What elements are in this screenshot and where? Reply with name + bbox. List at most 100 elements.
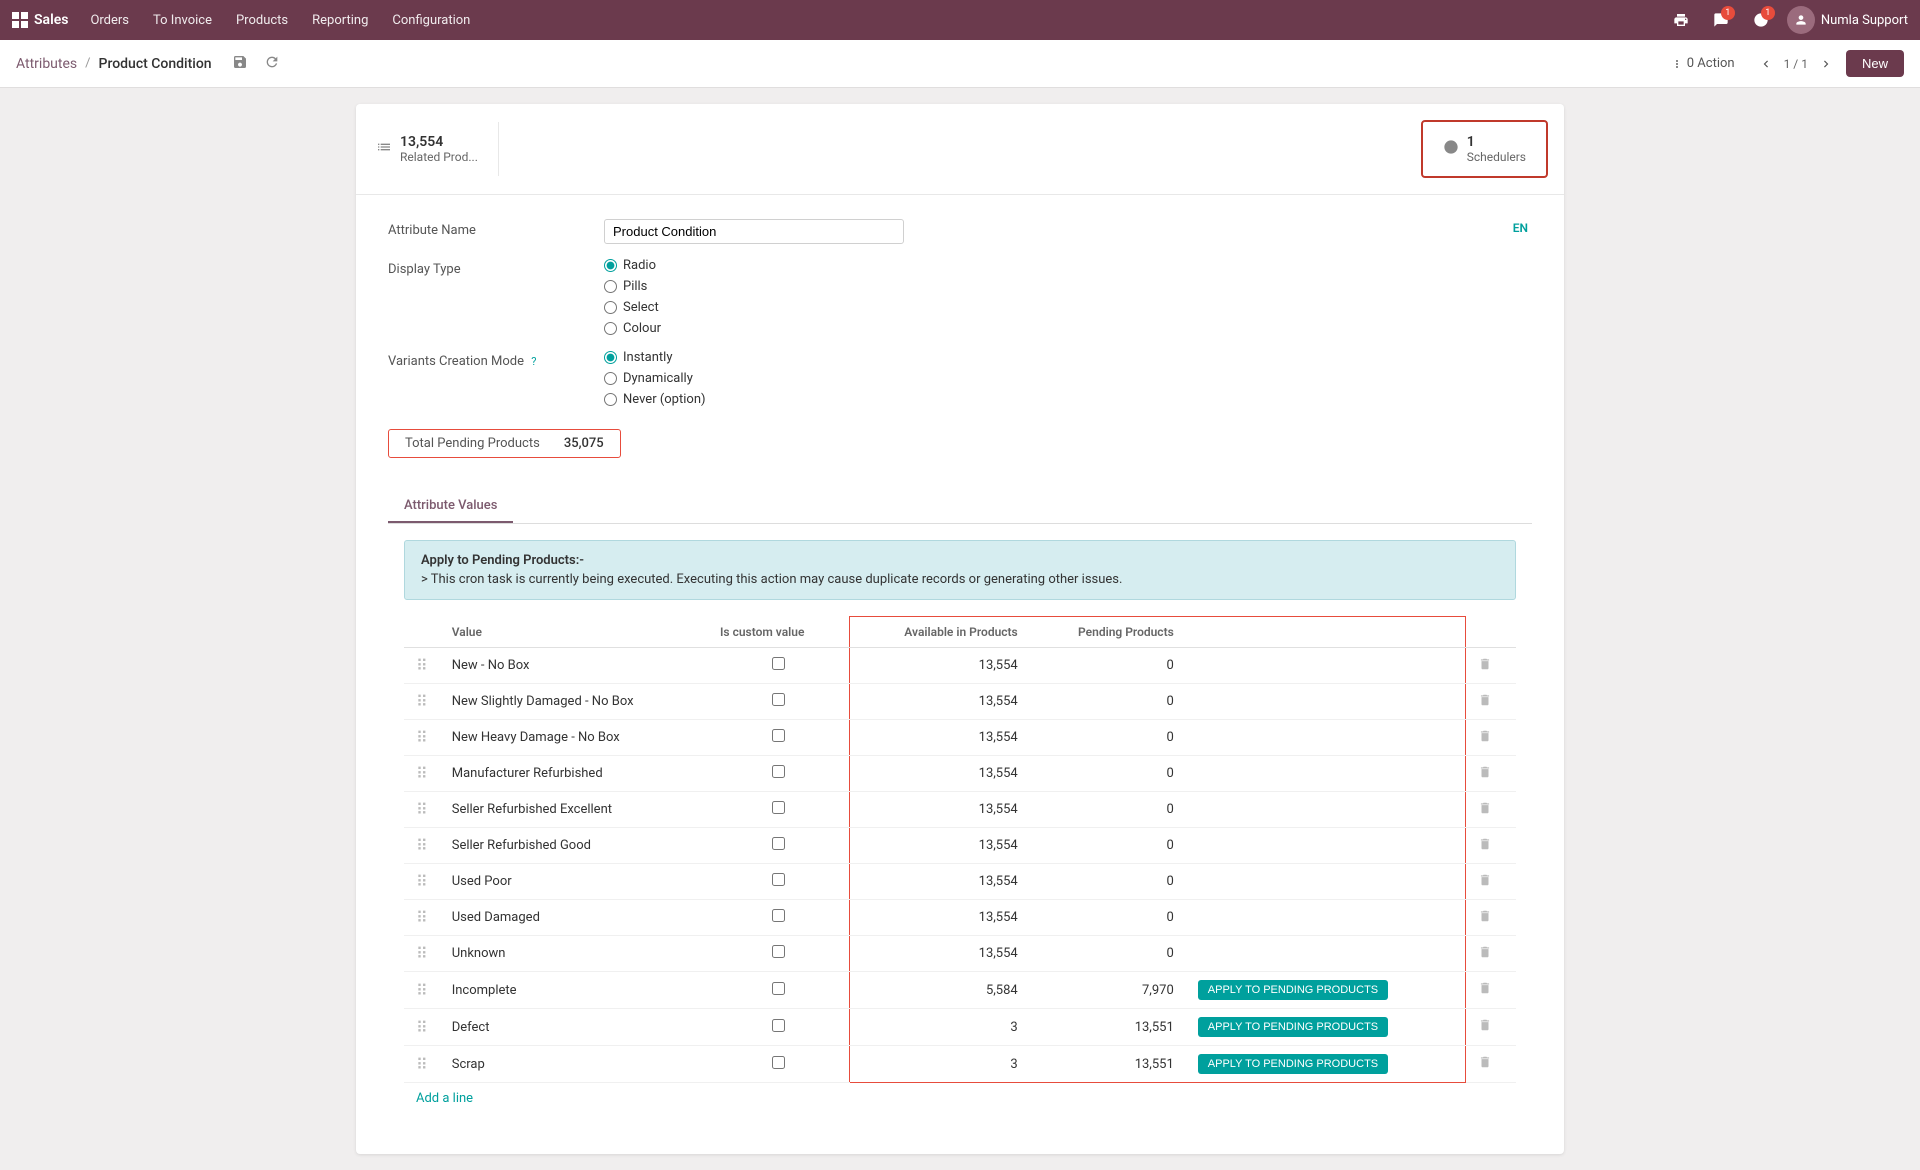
apply-to-pending-button[interactable]: APPLY TO PENDING PRODUCTS <box>1198 1054 1388 1074</box>
radio-option-radio[interactable]: Radio <box>604 258 1509 273</box>
refresh-icon-btn[interactable] <box>260 52 284 76</box>
related-products-stat[interactable]: 13,554 Related Prod... <box>356 122 499 176</box>
available-cell: 3 <box>850 1009 1030 1046</box>
tab-content-attribute-values: Apply to Pending Products:- > This cron … <box>388 540 1532 1130</box>
custom-checkbox[interactable] <box>772 765 785 778</box>
save-icon-btn[interactable] <box>228 52 252 76</box>
variant-option-instantly[interactable]: Instantly <box>604 350 1509 365</box>
nav-orders[interactable]: Orders <box>80 7 139 34</box>
add-line-button[interactable]: Add a line <box>404 1083 485 1114</box>
tab-attribute-values[interactable]: Attribute Values <box>388 490 513 523</box>
variant-radio-instantly[interactable] <box>604 351 617 364</box>
delete-row-button[interactable] <box>1478 1021 1492 1036</box>
apply-cell <box>1186 900 1466 936</box>
custom-checkbox[interactable] <box>772 945 785 958</box>
custom-checkbox[interactable] <box>772 693 785 706</box>
delete-cell <box>1466 1009 1516 1046</box>
value-cell: Manufacturer Refurbished <box>440 756 708 792</box>
custom-checkbox[interactable] <box>772 657 785 670</box>
custom-checkbox[interactable] <box>772 873 785 886</box>
variant-radio-never[interactable] <box>604 393 617 406</box>
delete-row-button[interactable] <box>1478 1058 1492 1073</box>
drag-handle-icon[interactable]: ⠿ <box>416 872 428 891</box>
delete-row-button[interactable] <box>1478 984 1492 999</box>
pending-cell: 0 <box>1030 864 1186 900</box>
user-menu[interactable]: Numla Support <box>1787 6 1908 34</box>
variant-radio-dynamically[interactable] <box>604 372 617 385</box>
radio-input-pills[interactable] <box>604 280 617 293</box>
col-available: Available in Products <box>850 617 1030 648</box>
delete-row-button[interactable] <box>1478 696 1492 711</box>
display-type-row: Display Type Radio Pills Selec <box>388 258 1509 336</box>
prev-arrow[interactable] <box>1754 52 1778 76</box>
apply-to-pending-button[interactable]: APPLY TO PENDING PRODUCTS <box>1198 980 1388 1000</box>
schedulers-stat[interactable]: 1 Schedulers <box>1421 120 1548 178</box>
table-row: ⠿ Incomplete 5,584 7,970 APPLY TO PENDIN… <box>404 972 1516 1009</box>
chat-button[interactable]: 1 <box>1707 6 1735 34</box>
drag-handle-icon[interactable]: ⠿ <box>416 1055 428 1074</box>
delete-row-button[interactable] <box>1478 912 1492 927</box>
variants-creation-row: Variants Creation Mode ? Instantly Dynam… <box>388 350 1509 407</box>
print-button[interactable] <box>1667 6 1695 34</box>
drag-handle-cell: ⠿ <box>404 756 440 792</box>
radio-option-colour[interactable]: Colour <box>604 321 1509 336</box>
custom-checkbox[interactable] <box>772 729 785 742</box>
pending-value: 35,075 <box>564 436 604 451</box>
nav-products[interactable]: Products <box>226 7 298 34</box>
delete-row-button[interactable] <box>1478 660 1492 675</box>
col-value: Value <box>440 617 708 648</box>
drag-handle-icon[interactable]: ⠿ <box>416 836 428 855</box>
drag-handle-icon[interactable]: ⠿ <box>416 800 428 819</box>
delete-row-button[interactable] <box>1478 948 1492 963</box>
custom-checkbox[interactable] <box>772 982 785 995</box>
clock-button[interactable]: 1 <box>1747 6 1775 34</box>
nav-to-invoice[interactable]: To Invoice <box>143 7 222 34</box>
drag-handle-icon[interactable]: ⠿ <box>416 944 428 963</box>
delete-row-button[interactable] <box>1478 876 1492 891</box>
custom-checkbox[interactable] <box>772 837 785 850</box>
col-drag <box>404 617 440 648</box>
next-arrow[interactable] <box>1814 52 1838 76</box>
delete-row-button[interactable] <box>1478 804 1492 819</box>
pending-cell: 13,551 <box>1030 1009 1186 1046</box>
delete-row-button[interactable] <box>1478 732 1492 747</box>
drag-handle-icon[interactable]: ⠿ <box>416 656 428 675</box>
available-cell: 3 <box>850 1046 1030 1083</box>
custom-value-cell <box>708 792 850 828</box>
alert-title: Apply to Pending Products:- <box>421 553 1499 568</box>
related-products-label: Related Prod... <box>400 150 478 164</box>
drag-handle-icon[interactable]: ⠿ <box>416 764 428 783</box>
drag-handle-icon[interactable]: ⠿ <box>416 728 428 747</box>
schedulers-label: Schedulers <box>1467 150 1526 164</box>
radio-input-radio[interactable] <box>604 259 617 272</box>
action-dropdown[interactable]: 0 Action <box>1660 51 1746 76</box>
drag-handle-icon[interactable]: ⠿ <box>416 908 428 927</box>
breadcrumb-parent[interactable]: Attributes <box>16 56 77 72</box>
app-logo[interactable]: Sales <box>12 12 68 28</box>
nav-configuration[interactable]: Configuration <box>382 7 480 34</box>
en-button[interactable]: EN <box>1509 219 1532 237</box>
radio-input-colour[interactable] <box>604 322 617 335</box>
drag-handle-icon[interactable]: ⠿ <box>416 1018 428 1037</box>
custom-checkbox[interactable] <box>772 801 785 814</box>
radio-input-select[interactable] <box>604 301 617 314</box>
variant-option-dynamically[interactable]: Dynamically <box>604 371 1509 386</box>
breadcrumb-bar: Attributes / Product Condition 0 Action … <box>0 40 1920 88</box>
custom-checkbox[interactable] <box>772 1056 785 1069</box>
new-button[interactable]: New <box>1846 50 1904 77</box>
custom-checkbox[interactable] <box>772 909 785 922</box>
drag-handle-icon[interactable]: ⠿ <box>416 981 428 1000</box>
drag-handle-icon[interactable]: ⠿ <box>416 692 428 711</box>
custom-checkbox[interactable] <box>772 1019 785 1032</box>
variant-option-never[interactable]: Never (option) <box>604 392 1509 407</box>
delete-row-button[interactable] <box>1478 840 1492 855</box>
nav-reporting[interactable]: Reporting <box>302 7 378 34</box>
apply-to-pending-button[interactable]: APPLY TO PENDING PRODUCTS <box>1198 1017 1388 1037</box>
radio-option-select[interactable]: Select <box>604 300 1509 315</box>
available-cell: 13,554 <box>850 936 1030 972</box>
attribute-name-input[interactable] <box>604 219 904 244</box>
delete-row-button[interactable] <box>1478 768 1492 783</box>
radio-option-pills[interactable]: Pills <box>604 279 1509 294</box>
value-cell: Used Damaged <box>440 900 708 936</box>
stats-bar: 13,554 Related Prod... 1 Schedulers <box>356 104 1564 195</box>
